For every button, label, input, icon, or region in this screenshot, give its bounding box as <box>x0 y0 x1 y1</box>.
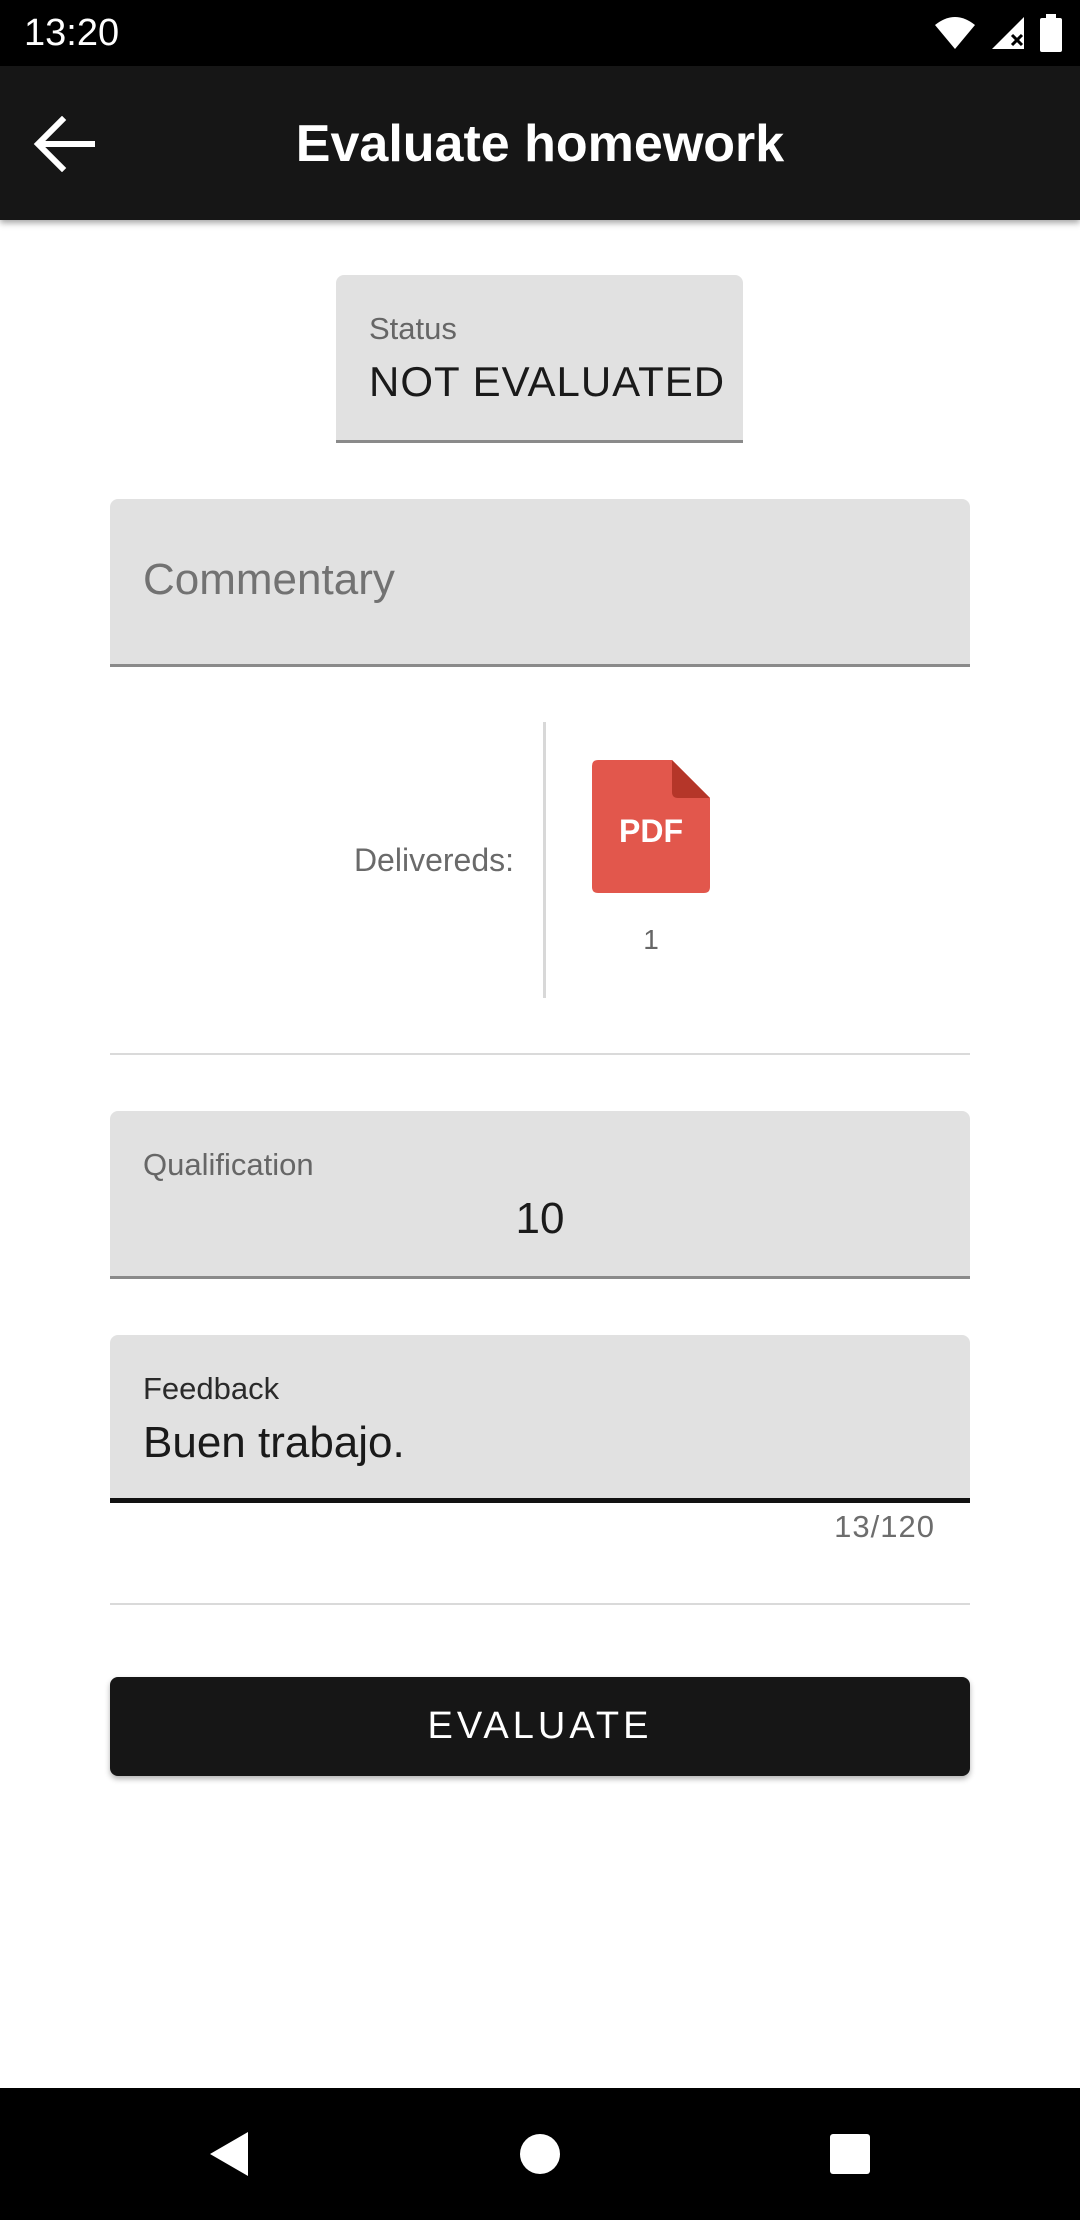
page-title: Evaluate homework <box>295 115 785 173</box>
status-field-label: Status <box>369 311 457 346</box>
system-navigation-bar <box>0 2088 1080 2220</box>
feedback-value: Buen trabajo. <box>143 1418 405 1467</box>
vertical-divider <box>543 722 546 998</box>
feedback-label: Feedback <box>143 1371 280 1406</box>
pdf-file-icon[interactable]: PDF <box>592 760 710 893</box>
pdf-count: 1 <box>643 924 659 955</box>
qualification-label: Qualification <box>143 1147 314 1182</box>
nav-home-icon[interactable] <box>516 2126 572 2182</box>
pdf-type-label: PDF <box>619 813 683 849</box>
status-icons <box>934 14 1062 52</box>
divider <box>110 1603 970 1605</box>
status-field[interactable]: Status NOT EVALUATED <box>336 275 743 443</box>
delivered-label: Delivereds: <box>353 842 514 878</box>
signal-icon <box>992 17 1024 49</box>
commentary-field[interactable]: Commentary <box>110 499 970 667</box>
battery-icon <box>1040 14 1062 52</box>
qualification-value: 10 <box>515 1194 565 1243</box>
evaluate-button[interactable]: EVALUATE <box>110 1677 970 1776</box>
nav-recents-icon[interactable] <box>826 2126 882 2182</box>
divider <box>110 1053 970 1055</box>
feedback-field[interactable]: Feedback Buen trabajo. <box>110 1335 970 1503</box>
system-status-bar: 13:20 <box>0 0 1080 66</box>
status-time: 13:20 <box>24 12 120 54</box>
wifi-icon <box>935 17 975 49</box>
feedback-char-counter: 13/120 <box>834 1509 935 1544</box>
nav-back-icon[interactable] <box>200 2126 256 2182</box>
evaluate-homework-screen: 13:20 Evaluate homework Status NOT EVALU… <box>0 0 1080 2220</box>
commentary-placeholder: Commentary <box>143 555 395 604</box>
status-field-value: NOT EVALUATED <box>369 358 726 405</box>
app-bar: Evaluate homework <box>0 66 1080 220</box>
qualification-field[interactable]: Qualification 10 <box>110 1111 970 1279</box>
